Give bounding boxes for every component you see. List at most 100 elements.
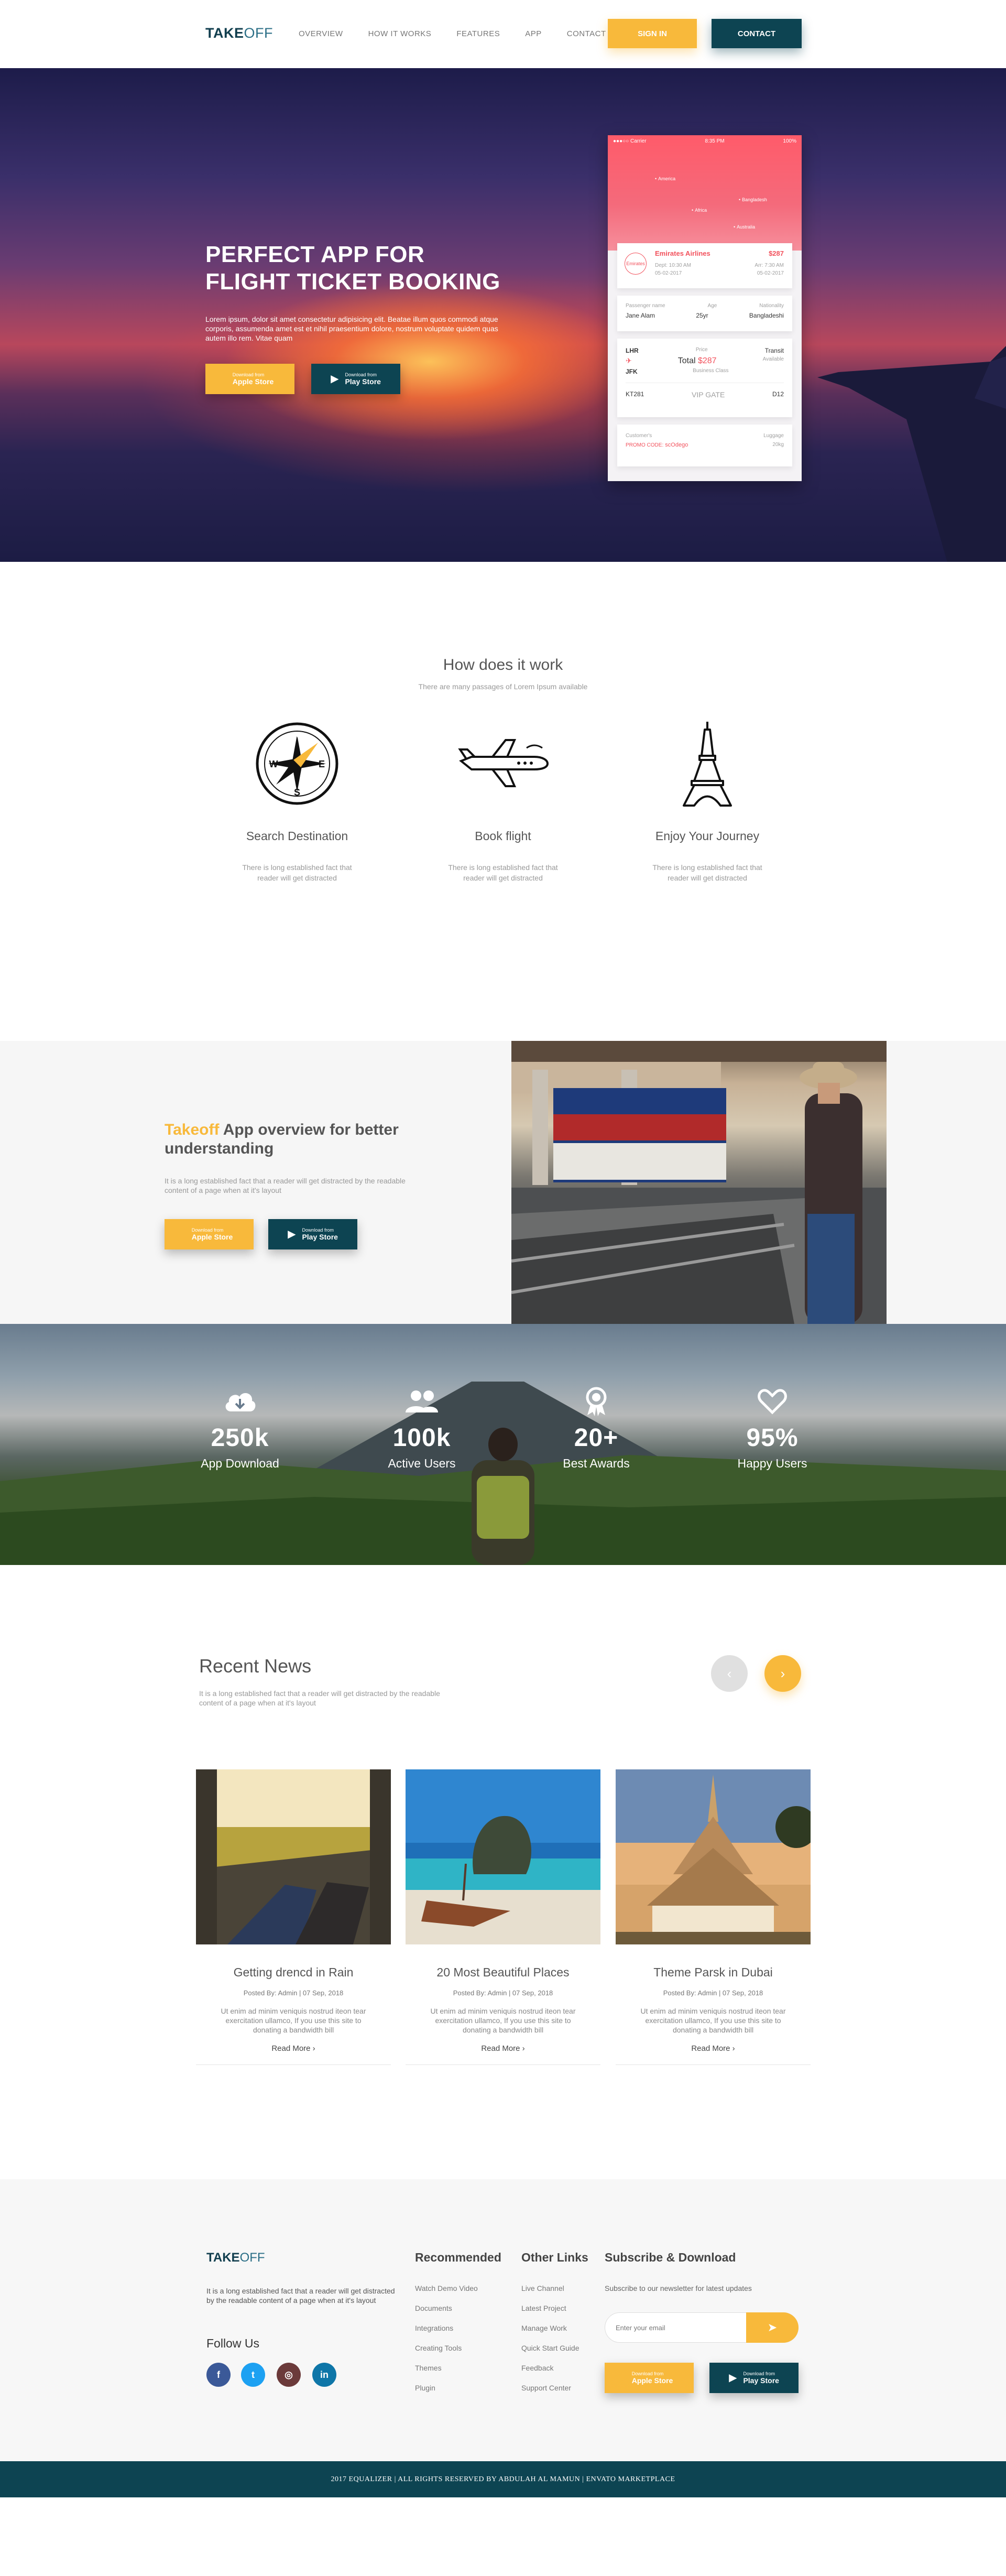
step-enjoy-journey: Enjoy Your Journey There is long establi… — [613, 719, 802, 883]
card-divider — [196, 2064, 391, 2065]
step-text: There is long established fact that read… — [242, 863, 352, 882]
footer-link[interactable]: Plugin — [415, 2384, 478, 2404]
news-card-title[interactable]: Theme Parsk in Dubai — [616, 1965, 811, 1980]
read-more-link[interactable]: Read More › — [196, 2044, 391, 2053]
footer-link[interactable]: Themes — [415, 2364, 478, 2384]
nav-link-app[interactable]: APP — [525, 29, 542, 38]
footer-link[interactable]: Integrations — [415, 2324, 478, 2344]
other-links-heading: Other Links — [521, 2251, 588, 2264]
news-text: It is a long established fact that a rea… — [199, 1689, 440, 1707]
news-card-title[interactable]: Getting drencd in Rain — [196, 1965, 391, 1980]
nav-link-features[interactable]: FEATURES — [456, 29, 500, 38]
step-title: Enjoy Your Journey — [655, 829, 760, 843]
read-more-link[interactable]: Read More › — [406, 2044, 600, 2053]
play-store-button[interactable]: ▶ Download from Play Store — [311, 364, 400, 394]
chevron-right-icon: › — [780, 1665, 785, 1681]
linkedin-icon[interactable]: in — [312, 2363, 336, 2387]
footer-link[interactable]: Creating Tools — [415, 2344, 478, 2364]
news-card: Getting drencd in Rain Posted By: Admin … — [196, 1769, 391, 2065]
hero-section: PERFECT APP FOR FLIGHT TICKET BOOKING Lo… — [0, 68, 1006, 562]
instagram-icon[interactable]: ◎ — [277, 2363, 301, 2387]
how-it-works-section: How does it work There are many passages… — [0, 562, 1006, 1041]
step-text: There is long established fact that read… — [448, 863, 558, 882]
map-label: Bangladesh — [739, 197, 767, 202]
map-label: Africa — [692, 208, 707, 213]
twitter-icon[interactable]: t — [241, 2363, 265, 2387]
previous-button[interactable]: ‹ — [711, 1655, 748, 1692]
nav-links: OVERVIEW HOW IT WORKS FEATURES APP CONTA… — [299, 29, 631, 38]
footer-link[interactable]: Manage Work — [521, 2324, 579, 2344]
map-label: America — [655, 176, 675, 181]
map-label: Australia — [734, 224, 755, 230]
step-text: There is long established fact that read… — [652, 863, 762, 882]
overview-title: Takeoff App overview for better understa… — [165, 1121, 399, 1157]
news-image-beach — [406, 1769, 600, 1944]
contact-button[interactable]: CONTACT — [712, 19, 802, 48]
sign-in-button[interactable]: SIGN IN — [608, 19, 697, 48]
news-card: Theme Parsk in Dubai Posted By: Admin | … — [616, 1769, 811, 2065]
step-title: Search Destination — [246, 829, 348, 843]
play-store-button[interactable]: ▶ Download from Play Store — [709, 2363, 799, 2393]
news-image-rain — [196, 1769, 391, 1944]
subscribe-send-button[interactable]: ➤ — [746, 2312, 799, 2343]
news-card-meta: Posted By: Admin | 07 Sep, 2018 — [453, 1989, 553, 1997]
stat-best-awards: 20+ Best Awards — [528, 1387, 664, 1471]
logo[interactable]: TAKEOFF — [205, 25, 273, 41]
nav-link-overview[interactable]: OVERVIEW — [299, 29, 343, 38]
subscribe-text: Subscribe to our newsletter for latest u… — [605, 2284, 752, 2292]
footer-link[interactable]: Documents — [415, 2304, 478, 2324]
read-more-link[interactable]: Read More › — [616, 2044, 811, 2053]
top-nav: TAKEOFF OVERVIEW HOW IT WORKS FEATURES A… — [0, 0, 1006, 68]
copyright-bar: 2017 EQUALIZER | ALL RIGHTS RESERVED BY … — [0, 2461, 1006, 2497]
news-card: 20 Most Beautiful Places Posted By: Admi… — [406, 1769, 600, 2065]
footer-link[interactable]: Live Channel — [521, 2284, 579, 2304]
follow-us-heading: Follow Us — [206, 2336, 259, 2350]
stat-app-download: 250k App Download — [172, 1387, 308, 1471]
send-icon: ➤ — [767, 2321, 778, 2334]
news-card-meta: Posted By: Admin | 07 Sep, 2018 — [243, 1989, 344, 1997]
promo-card: Customer's Luggage PROMO CODE: scOdego 20… — [617, 425, 792, 466]
next-button[interactable]: › — [764, 1655, 801, 1692]
phone-mockup: ●●●○○ Carrier8:35 PM100% America Banglad… — [608, 135, 802, 481]
facebook-icon[interactable]: f — [206, 2363, 231, 2387]
step-search-destination: N S W E Search Destination There is long… — [203, 719, 391, 883]
cloud-download-icon — [172, 1387, 308, 1416]
flight-card: Emirates Emirates Airlines $287 Dept: 10… — [617, 243, 792, 288]
nav-link-contact[interactable]: CONTACT — [567, 29, 606, 38]
footer-link[interactable]: Feedback — [521, 2364, 579, 2384]
eiffel-tower-icon — [683, 722, 732, 807]
news-card-title[interactable]: 20 Most Beautiful Places — [406, 1965, 600, 1980]
svg-text:S: S — [294, 787, 300, 798]
footer-link[interactable]: Support Center — [521, 2384, 579, 2404]
svg-text:W: W — [269, 759, 278, 769]
footer-link[interactable]: Latest Project — [521, 2304, 579, 2324]
apple-store-button[interactable]: Download from Apple Store — [165, 1219, 254, 1249]
apple-store-button[interactable]: Download from Apple Store — [205, 364, 294, 394]
heart-icon — [704, 1387, 840, 1416]
hero-description: Lorem ipsum, dolor sit amet consectetur … — [205, 315, 498, 342]
news-card-desc: Ut enim ad minim veniquis nostrud iteon … — [221, 2007, 366, 2034]
nav-link-how-it-works[interactable]: HOW IT WORKS — [368, 29, 432, 38]
footer-link[interactable]: Quick Start Guide — [521, 2344, 579, 2364]
apple-store-button[interactable]: Download from Apple Store — [605, 2363, 694, 2393]
subscribe-heading: Subscribe & Download — [605, 2251, 736, 2264]
phone-map-header: ●●●○○ Carrier8:35 PM100% America Banglad… — [608, 135, 802, 251]
airplane-wing-image — [817, 346, 1006, 562]
plane-icon: ✈ — [626, 356, 632, 365]
footer: TAKEOFF It is a long established fact th… — [0, 2179, 1006, 2461]
play-icon: ▶ — [331, 373, 339, 385]
play-store-button[interactable]: ▶ Download from Play Store — [268, 1219, 357, 1249]
fare-card: LHR Price Transit ✈ Total $287 Available… — [617, 339, 792, 417]
recent-news-section: Recent News It is a long established fac… — [0, 1565, 1006, 2179]
award-icon — [528, 1387, 664, 1416]
section-title: How does it work — [443, 656, 563, 673]
airline-logo: Emirates — [625, 253, 647, 275]
other-links: Live Channel Latest Project Manage Work … — [521, 2284, 579, 2404]
footer-link[interactable]: Watch Demo Video — [415, 2284, 478, 2304]
recommended-heading: Recommended — [415, 2251, 501, 2264]
footer-logo[interactable]: TAKEOFF — [206, 2251, 265, 2265]
traveler-train-station-photo — [511, 1041, 887, 1324]
step-book-flight: Book flight There is long established fa… — [409, 719, 597, 883]
news-card-desc: Ut enim ad minim veniquis nostrud iteon … — [430, 2007, 576, 2034]
mountain-hiker-background — [0, 1382, 1006, 1565]
